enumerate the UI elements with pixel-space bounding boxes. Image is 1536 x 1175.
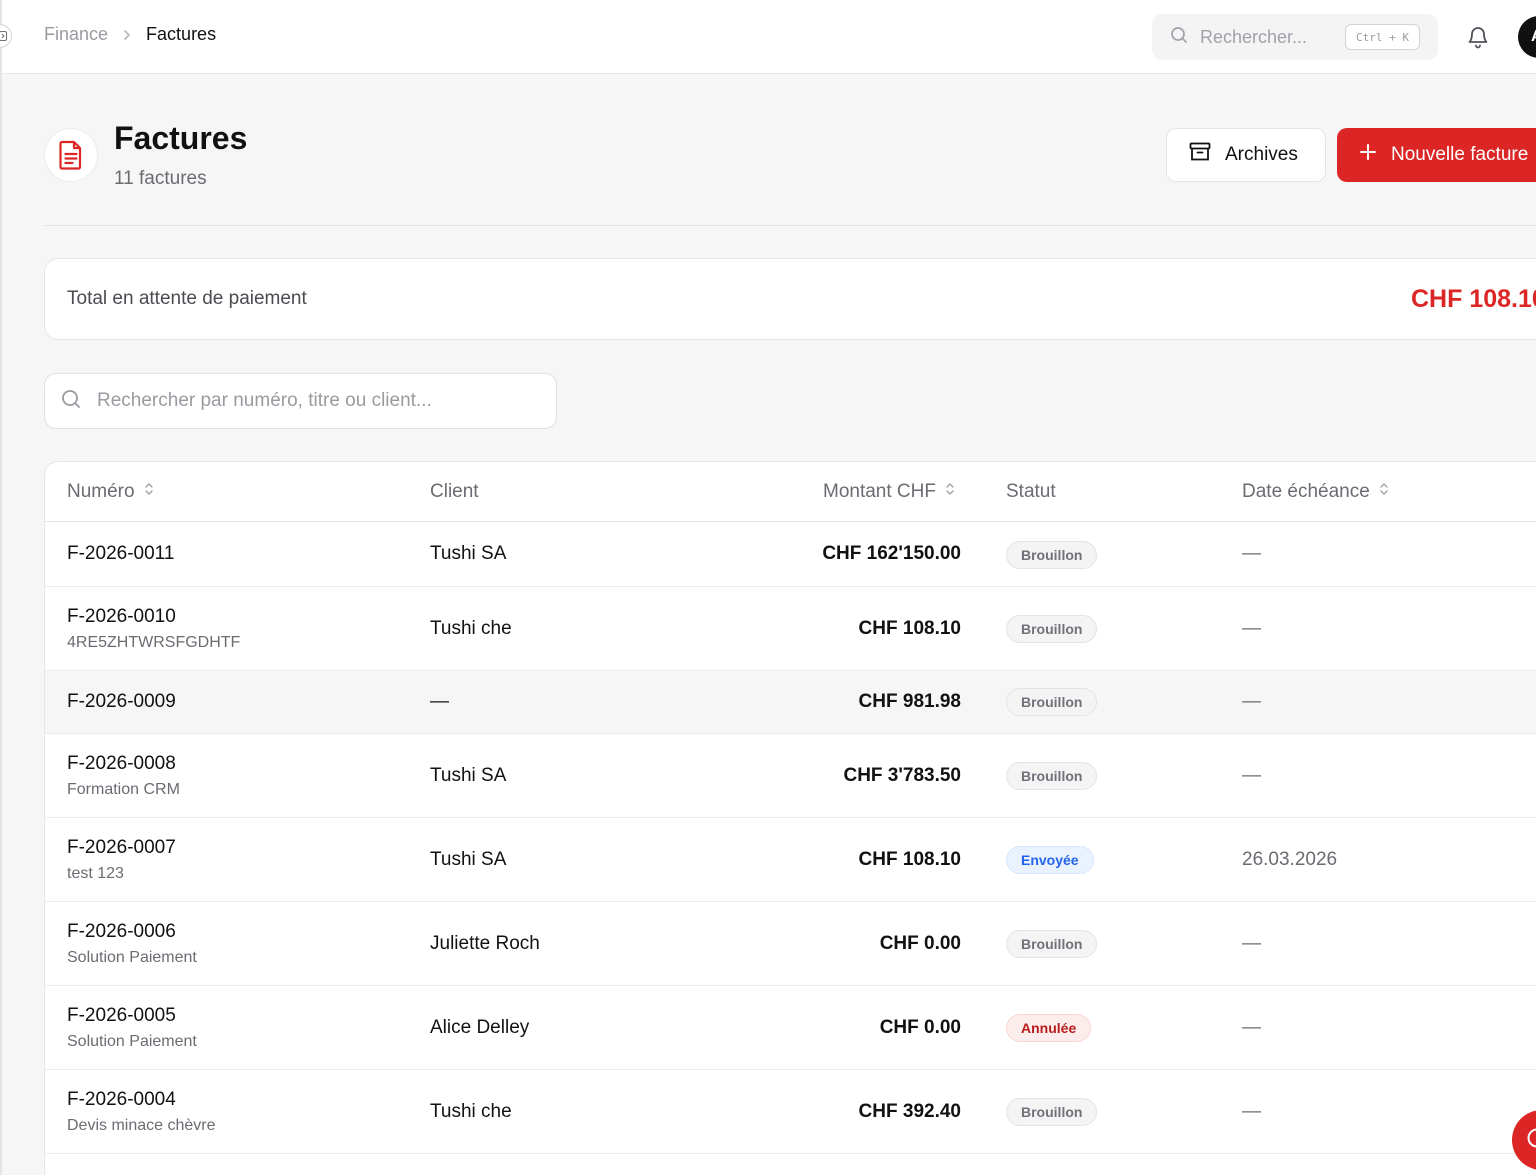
plus-icon [1359, 143, 1377, 167]
status-badge: Annulée [1006, 1014, 1092, 1042]
table-row[interactable]: F-2026-0010 4RE5ZHTWRSFGDHTF Tushi che C… [45, 587, 1536, 671]
pending-total-card: Total en attente de paiement CHF 108.10 [44, 258, 1536, 340]
global-search[interactable]: Rechercher... Ctrl + K [1152, 14, 1438, 60]
column-client: Client [430, 481, 479, 503]
help-icon [1526, 1127, 1536, 1154]
invoice-search-input[interactable]: Rechercher par numéro, titre ou client..… [44, 373, 557, 429]
invoice-amount: CHF 108.10 [858, 849, 961, 870]
sort-icon [944, 481, 956, 503]
search-icon [61, 389, 81, 414]
invoice-number: F-2026-0010 [67, 606, 176, 627]
invoice-title: test 123 [67, 865, 124, 882]
invoice-due-date: — [1242, 618, 1261, 639]
invoice-client: Tushi che [430, 618, 512, 639]
invoice-title: Devis minace chèvre [67, 1117, 216, 1134]
invoice-search-placeholder: Rechercher par numéro, titre ou client..… [97, 390, 432, 411]
status-badge: Brouillon [1006, 930, 1098, 958]
invoice-number: F-2026-0009 [67, 691, 176, 712]
column-amount-label: Montant CHF [823, 481, 936, 502]
column-due-label: Date échéance [1242, 481, 1370, 502]
global-search-placeholder: Rechercher... [1200, 26, 1308, 47]
new-invoice-button[interactable]: Nouvelle facture [1337, 128, 1536, 182]
table-row[interactable]: F-2026-0011 Tushi SA CHF 162'150.00 Brou… [45, 523, 1536, 587]
breadcrumb: Finance Factures [44, 24, 216, 45]
invoice-icon [44, 128, 98, 182]
table-row[interactable]: F-2026-0007 test 123 Tushi SA CHF 108.10… [45, 818, 1536, 902]
invoice-due-date: — [1242, 1017, 1261, 1038]
invoice-amount: CHF 108.10 [858, 618, 961, 639]
sort-icon [1378, 481, 1390, 503]
invoice-client: Alice Delley [430, 1017, 530, 1038]
status-badge: Brouillon [1006, 688, 1098, 716]
header-divider [44, 225, 1536, 226]
invoice-number: F-2026-0007 [67, 837, 176, 858]
column-due-date[interactable]: Date échéance [1242, 481, 1390, 503]
column-amount[interactable]: Montant CHF [823, 481, 956, 503]
column-status-label: Statut [1006, 481, 1056, 502]
invoice-title: Formation CRM [67, 781, 180, 798]
invoice-due-date: — [1242, 933, 1261, 954]
invoice-number: F-2026-0004 [67, 1089, 176, 1110]
breadcrumb-finance-link[interactable]: Finance [44, 24, 108, 45]
invoice-amount: CHF 0.00 [879, 933, 961, 954]
invoices-table: Numéro Client Montant CHF Statut Date éc… [44, 461, 1536, 1175]
table-row[interactable]: F-2026-0009 — CHF 981.98 Brouillon — [45, 671, 1536, 734]
invoice-count: 11 factures [114, 168, 207, 189]
column-number-label: Numéro [67, 481, 135, 502]
table-row[interactable]: F-2026-0005 Solution Paiement Alice Dell… [45, 986, 1536, 1070]
status-badge: Brouillon [1006, 615, 1098, 643]
sidebar-edge [0, 0, 2, 1175]
column-client-label: Client [430, 481, 479, 502]
archive-icon [1189, 142, 1211, 168]
new-invoice-label: Nouvelle facture [1391, 144, 1529, 165]
breadcrumb-current: Factures [146, 24, 217, 44]
invoice-amount: CHF 981.98 [858, 691, 961, 712]
invoice-title: 4RE5ZHTWRSFGDHTF [67, 634, 241, 651]
shortcut-hint: Ctrl + K [1345, 24, 1420, 50]
page-title: Factures [114, 120, 248, 156]
avatar[interactable]: A [1518, 16, 1536, 58]
archives-label: Archives [1225, 144, 1298, 165]
table-row[interactable]: F-2026-0008 Formation CRM Tushi SA CHF 3… [45, 734, 1536, 818]
invoice-number: F-2026-0011 [67, 543, 175, 564]
invoice-client: Tushi che [430, 1101, 512, 1122]
invoice-due-date: — [1242, 691, 1261, 712]
search-icon [1170, 26, 1188, 49]
invoice-due-date: — [1242, 765, 1261, 786]
archives-button[interactable]: Archives [1166, 128, 1326, 182]
invoice-client: Tushi SA [430, 849, 507, 870]
invoice-amount: CHF 392.40 [858, 1101, 961, 1122]
invoice-number: F-2026-0006 [67, 921, 176, 942]
bell-icon[interactable] [1466, 24, 1490, 55]
invoice-number: F-2026-0008 [67, 753, 176, 774]
invoice-amount: CHF 162'150.00 [822, 543, 961, 564]
invoice-number: F-2026-0005 [67, 1005, 176, 1026]
invoice-amount: CHF 3'783.50 [843, 765, 961, 786]
column-status: Statut [1006, 481, 1056, 503]
invoice-client: — [430, 691, 449, 712]
invoice-title: Solution Paiement [67, 1033, 197, 1050]
sort-icon [143, 481, 155, 503]
invoice-due-date: — [1242, 543, 1261, 564]
invoice-client: Tushi SA [430, 765, 507, 786]
topbar: Finance Factures Rechercher... Ctrl + K … [2, 0, 1536, 74]
invoice-client: Juliette Roch [430, 933, 540, 954]
invoice-amount: CHF 0.00 [879, 1017, 961, 1038]
status-badge: Brouillon [1006, 541, 1098, 569]
pending-total-label: Total en attente de paiement [67, 288, 307, 309]
invoice-client: Tushi SA [430, 543, 507, 564]
table-row[interactable]: F-2026-0006 Solution Paiement Juliette R… [45, 902, 1536, 986]
invoice-due-date: — [1242, 1101, 1261, 1122]
pending-total-amount: CHF 108.10 [1411, 285, 1536, 313]
table-header: Numéro Client Montant CHF Statut Date éc… [45, 462, 1536, 522]
invoice-title: Solution Paiement [67, 949, 197, 966]
invoice-due-date: 26.03.2026 [1242, 849, 1338, 870]
chevron-right-icon [120, 28, 134, 42]
status-badge: Envoyée [1006, 846, 1094, 874]
column-number[interactable]: Numéro [67, 481, 155, 503]
status-badge: Brouillon [1006, 762, 1098, 790]
status-badge: Brouillon [1006, 1098, 1098, 1126]
table-row[interactable]: F-2026-0004 Devis minace chèvre Tushi ch… [45, 1070, 1536, 1154]
